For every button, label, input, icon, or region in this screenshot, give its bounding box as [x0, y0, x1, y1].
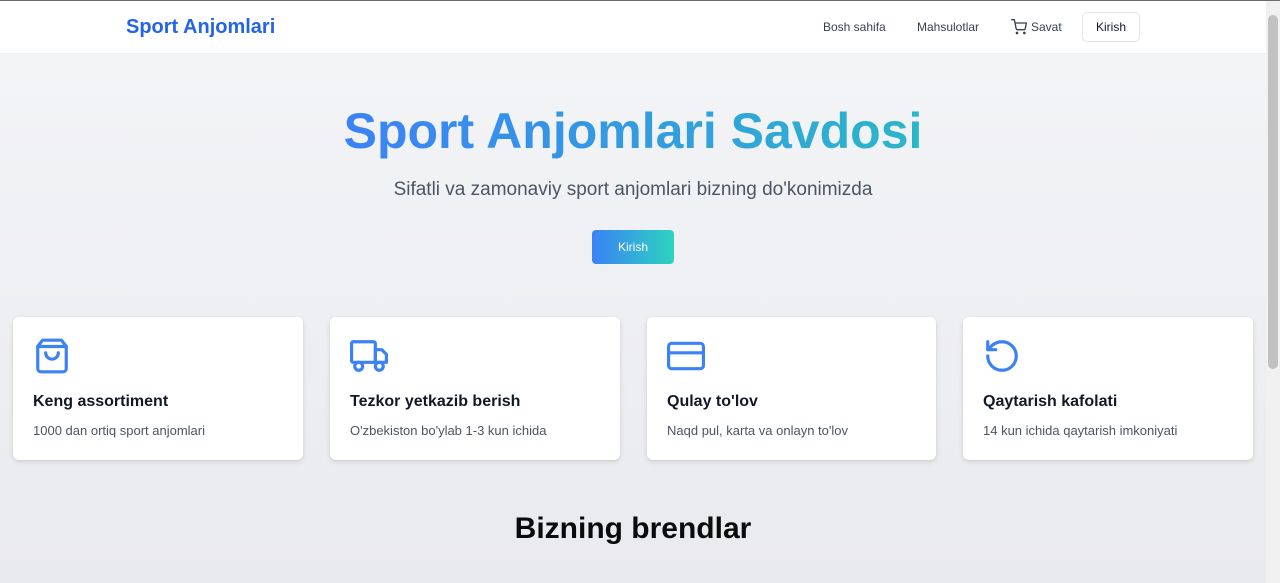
feature-card-delivery: Tezkor yetkazib berish O'zbekiston bo'yl… [330, 317, 620, 460]
feature-description: Naqd pul, karta va onlayn to'lov [667, 423, 848, 438]
brand-logo-link[interactable]: Sport Anjomlari [126, 16, 275, 39]
nav-cart-label: Savat [1031, 20, 1062, 34]
feature-description: 14 kun ichida qaytarish imkoniyati [983, 423, 1178, 438]
shopping-bag-icon [36, 338, 68, 374]
hero-login-button[interactable]: Kirish [592, 230, 674, 264]
navbar: Sport Anjomlari Bosh sahifa Mahsulotlar … [0, 1, 1266, 54]
hero-subtitle: Sifatli va zamonaviy sport anjomlari biz… [393, 179, 873, 200]
hero-title: Sport Anjomlari Savdosi [0, 102, 1266, 160]
rotate-ccw-icon [986, 340, 1018, 372]
feature-card-assortment: Keng assortiment 1000 dan ortiq sport an… [13, 317, 303, 460]
feature-description: O'zbekiston bo'ylab 1-3 kun ichida [350, 423, 547, 438]
nav-link-products[interactable]: Mahsulotlar [917, 20, 979, 34]
feature-title: Qaytarish kafolati [983, 393, 1118, 410]
feature-title: Keng assortiment [33, 393, 169, 410]
nav-link-home[interactable]: Bosh sahifa [823, 20, 886, 34]
feature-title: Qulay to'lov [667, 393, 758, 410]
feature-title: Tezkor yetkazib berish [350, 393, 521, 410]
credit-card-icon [667, 341, 705, 371]
feature-card-returns: Qaytarish kafolati 14 kun ichida qaytari… [963, 317, 1253, 460]
login-button[interactable]: Kirish [1082, 12, 1140, 42]
truck-icon [350, 340, 388, 372]
brands-section-title: Bizning brendlar [514, 512, 752, 545]
hero-title-text: Sport Anjomlari Savdosi [343, 103, 923, 159]
feature-description: 1000 dan ortiq sport anjomlari [33, 423, 205, 438]
nav-link-cart[interactable]: Savat [1011, 19, 1062, 35]
scrollbar-thumb[interactable] [1268, 15, 1278, 369]
vertical-scrollbar[interactable] [1266, 1, 1280, 583]
feature-card-payment: Qulay to'lov Naqd pul, karta va onlayn t… [647, 317, 936, 460]
shopping-cart-icon [1011, 19, 1027, 35]
